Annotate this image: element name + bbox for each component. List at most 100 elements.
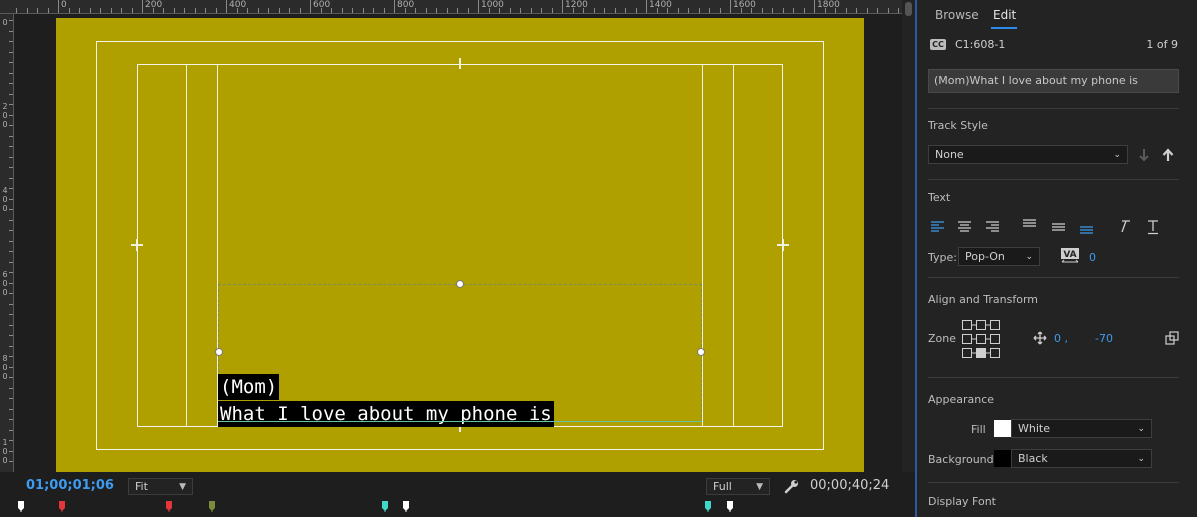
guide-line — [702, 64, 703, 427]
timeline-marker[interactable] — [705, 501, 711, 512]
ruler-tick — [174, 8, 175, 13]
fill-color-select[interactable]: White ⌄ — [1011, 419, 1152, 438]
ruler-tick — [27, 8, 28, 13]
timeline-marker[interactable] — [59, 501, 65, 512]
caption-baseline — [218, 421, 702, 422]
center-mark-right-tick — [783, 239, 784, 251]
position-y-value[interactable]: -70 — [1095, 332, 1113, 345]
caption-type-value: Pop-On — [965, 250, 1005, 263]
align-left-icon[interactable] — [930, 220, 945, 234]
ruler-tick — [9, 199, 13, 200]
align-transform-title: Align and Transform — [928, 293, 1038, 306]
align-bottom-icon[interactable] — [1079, 222, 1094, 236]
ruler-tick — [258, 8, 259, 13]
push-style-up-icon[interactable] — [1161, 148, 1175, 162]
ruler-tick — [625, 8, 626, 13]
closed-caption-icon: CC — [930, 39, 946, 50]
display-font-title: Display Font — [928, 495, 996, 508]
fill-color-swatch[interactable] — [994, 420, 1011, 437]
caption-handle-left[interactable] — [215, 348, 223, 356]
ruler-tick — [9, 157, 13, 158]
program-monitor: 0 200 400 600 800 1000 1200 1400 1600 1800 020040… — [0, 0, 915, 517]
timeline-marker[interactable] — [166, 501, 172, 512]
ruler-label: 1800 — [817, 0, 840, 10]
caption-handle-right[interactable] — [697, 348, 705, 356]
guide-line — [186, 64, 187, 427]
timeline-marker[interactable] — [18, 501, 24, 512]
ruler-tick — [331, 8, 332, 13]
ruler-tick — [9, 356, 13, 357]
playhead-timecode[interactable]: 01;00;01;06 — [26, 478, 114, 493]
ruler-tick — [9, 377, 13, 378]
italic-icon[interactable] — [1117, 219, 1131, 234]
align-middle-icon[interactable] — [1051, 220, 1066, 234]
ruler-label: 0 — [2, 456, 8, 465]
align-top-icon[interactable] — [1022, 218, 1037, 232]
ruler-tick — [9, 220, 13, 221]
tab-browse[interactable]: Browse — [935, 8, 979, 22]
timeline-marker[interactable] — [727, 501, 733, 512]
ruler-tick — [898, 8, 899, 13]
push-style-down-icon[interactable] — [1137, 148, 1151, 162]
ruler-label: 0 — [2, 195, 8, 204]
ruler-tick — [888, 8, 889, 13]
timeline-marker[interactable] — [403, 501, 409, 512]
ruler-tick — [867, 8, 868, 13]
ruler-label: 0 — [2, 447, 8, 456]
ruler-label: 1000 — [481, 0, 504, 10]
caption-line-1[interactable]: (Mom) — [218, 374, 280, 400]
zone-grid-icon[interactable] — [962, 320, 1000, 358]
chevron-down-icon: ⌄ — [1025, 251, 1033, 262]
zoom-level-select[interactable]: Fit ▼ — [128, 478, 193, 495]
ruler-tick — [16, 8, 17, 13]
align-center-icon[interactable] — [957, 220, 972, 234]
vertical-scrollbar[interactable] — [902, 0, 915, 472]
caption-handle-top[interactable] — [456, 280, 464, 288]
ruler-tick — [552, 8, 553, 13]
ruler-tick — [9, 251, 13, 252]
timeline-marker[interactable] — [382, 501, 388, 512]
ruler-tick — [9, 325, 13, 326]
ruler-tick — [9, 62, 13, 63]
kerning-value[interactable]: 0 — [1089, 251, 1096, 264]
section-divider — [928, 108, 1179, 109]
chevron-down-icon: ⌄ — [1113, 149, 1121, 160]
background-color-select[interactable]: Black ⌄ — [1011, 449, 1152, 468]
ruler-tick — [289, 8, 290, 13]
section-divider — [928, 482, 1179, 483]
ruler-tick — [300, 8, 301, 13]
background-color-swatch[interactable] — [994, 450, 1011, 467]
ruler-tick — [90, 8, 91, 13]
caption-text-field[interactable]: (Mom)What I love about my phone is — [928, 69, 1179, 93]
captions-panel: Browse Edit CC C1:608-1 1 of 9 (Mom)What… — [917, 0, 1197, 517]
ruler-label: 1200 — [565, 0, 588, 10]
reset-transform-icon[interactable] — [1165, 331, 1179, 345]
ruler-tick — [9, 314, 13, 315]
ruler-tick — [9, 73, 13, 74]
track-style-select[interactable]: None ⌄ — [928, 145, 1128, 164]
ruler-tick — [163, 8, 164, 13]
wrench-icon[interactable] — [784, 478, 800, 494]
ruler-label: 0 — [2, 111, 8, 120]
ruler-tick — [447, 8, 448, 13]
timeline-marker[interactable] — [209, 501, 215, 512]
align-right-icon[interactable] — [985, 220, 1000, 234]
ruler-tick — [877, 8, 878, 13]
underline-icon[interactable] — [1146, 219, 1160, 235]
zone-label: Zone — [928, 332, 957, 345]
ruler-tick — [678, 8, 679, 13]
ruler-tick — [9, 41, 13, 42]
ruler-tick — [9, 272, 13, 273]
ruler-label: 0 — [2, 288, 8, 297]
caption-type-select[interactable]: Pop-On ⌄ — [958, 247, 1040, 266]
scrollbar-thumb[interactable] — [905, 2, 912, 16]
background-label: Background — [928, 453, 994, 466]
ruler-tick — [111, 8, 112, 13]
playback-resolution-select[interactable]: Full ▼ — [706, 478, 770, 495]
tab-edit[interactable]: Edit — [993, 8, 1016, 22]
position-x-value[interactable]: 0 , — [1054, 332, 1068, 345]
ruler-tick — [216, 8, 217, 13]
ruler-tick — [184, 8, 185, 13]
caption-line-2[interactable]: What I love about my phone is — [218, 401, 554, 427]
duration-timecode: 00;00;40;24 — [810, 478, 890, 493]
